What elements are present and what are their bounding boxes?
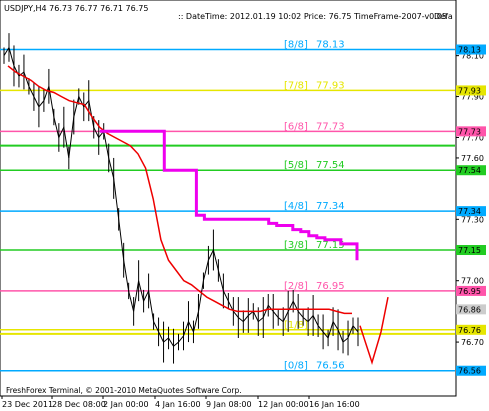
x-tick-label: 4 Jan 16:00 (155, 400, 201, 409)
murrey-level-label: [1/8] (284, 320, 308, 331)
murrey-level-value: 77.54 (316, 160, 345, 171)
price-axis: 78.1077.9077.7077.6077.3077.0076.7078.13… (456, 44, 486, 376)
y-tick-label: 77.60 (461, 154, 484, 163)
x-tick-label: 2 Jan 00:00 (103, 400, 149, 409)
x-tick-label: 23 Dec 2011 (2, 400, 53, 409)
murrey-level-value: 76.95 (316, 281, 345, 292)
murrey-level-value: 78.13 (316, 40, 345, 51)
murrey-level-value: 76.56 (316, 361, 345, 372)
plot-area (0, 0, 457, 397)
price-box-label: 77.34 (458, 207, 481, 216)
murrey-level-label: [5/8] (284, 160, 308, 171)
murrey-level-value: 77.93 (316, 80, 345, 91)
info-tail: Defa (434, 12, 453, 21)
x-tick-label: 12 Jan 00:00 (258, 400, 309, 409)
y-tick-label: 77.00 (461, 277, 484, 286)
price-box-label: 76.76 (458, 326, 481, 335)
price-box-label: 77.73 (458, 127, 481, 136)
price-box-label: 77.15 (458, 246, 481, 255)
x-tick-label: 16 Jan 16:00 (309, 400, 360, 409)
price-box-label: 76.95 (458, 287, 481, 296)
price-box-label: 78.13 (458, 46, 481, 55)
murrey-level-label: [7/8] (284, 80, 308, 91)
info-line: :: DateTime: 2012.01.19 10:02 Price: 76.… (178, 12, 447, 21)
murrey-level-label: [6/8] (284, 121, 308, 132)
murrey-level-label: [0/8] (284, 361, 308, 372)
symbol-line: USDJPY,H4 76.73 76.77 76.71 76.75 (4, 4, 148, 13)
murrey-level-label: [2/8] (284, 281, 308, 292)
murrey-level-label: [3/8] (284, 240, 308, 251)
murrey-level-value: 77.73 (316, 121, 345, 132)
y-tick-label: 76.70 (461, 338, 484, 347)
price-box-label: 76.56 (458, 367, 481, 376)
murrey-level-value: 77.34 (316, 201, 345, 212)
time-axis: 23 Dec 201128 Dec 08:002 Jan 00:00 4 Jan … (1, 396, 360, 409)
x-tick-label: 9 Jan 08:00 (206, 400, 252, 409)
x-tick-label: 28 Dec 08:00 (52, 400, 106, 409)
y-tick-label: 77.30 (461, 215, 484, 224)
price-box-label: 77.54 (458, 166, 481, 175)
chart-svg: [8/8] 78.13 [7/8] 77.93 [6/8] 77.73 [5/8] 77.54… (0, 0, 486, 409)
copyright-footer: FreshForex Terminal, © 2001-2010 MetaQuo… (6, 386, 242, 395)
murrey-level-label: [4/8] (284, 201, 308, 212)
price-box-label: 76.86 (458, 305, 481, 314)
price-box-label: 77.93 (458, 86, 481, 95)
murrey-level-label: [8/8] (284, 40, 308, 51)
